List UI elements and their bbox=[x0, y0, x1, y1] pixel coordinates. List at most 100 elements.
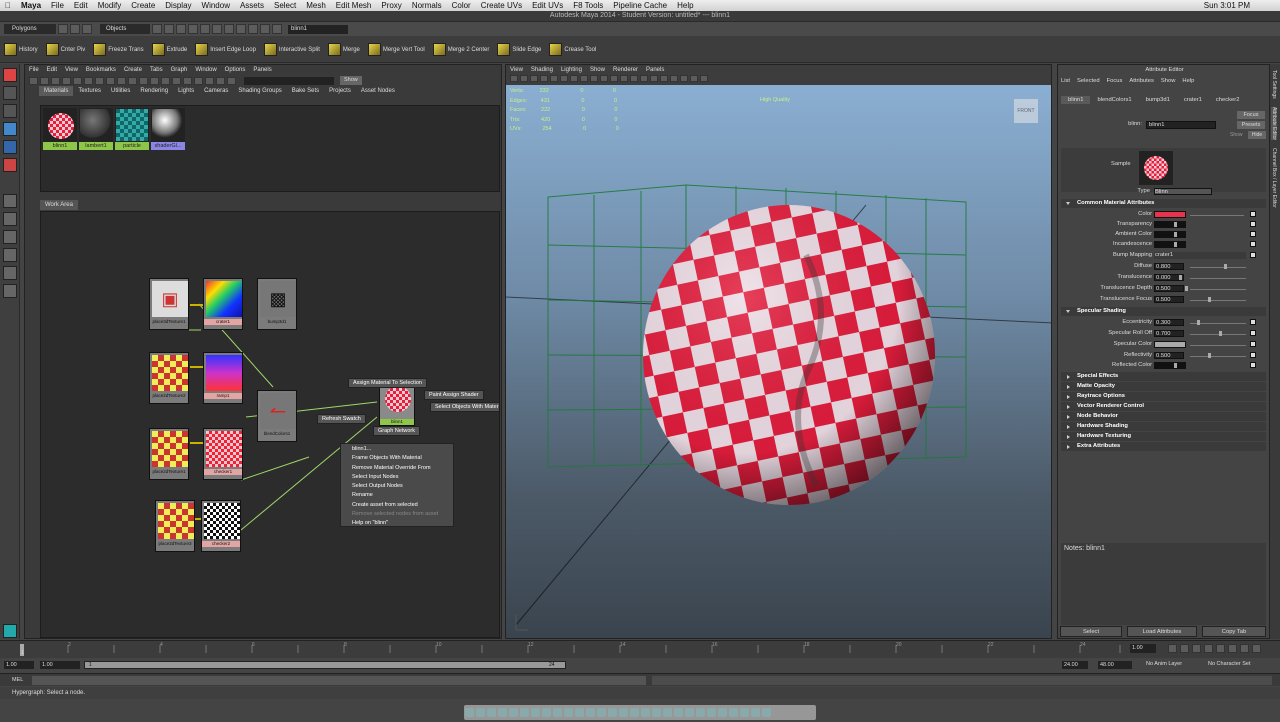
eccentricity-field[interactable]: 0.300 bbox=[1154, 319, 1184, 326]
notes-area[interactable]: Notes: blinn1 bbox=[1061, 543, 1266, 625]
apple-icon[interactable]:  bbox=[0, 1, 16, 10]
menu-edit[interactable]: Edit bbox=[69, 1, 93, 10]
vp-icon-9[interactable] bbox=[590, 75, 598, 82]
hs-search-field[interactable] bbox=[244, 76, 334, 85]
dock-icon[interactable] bbox=[718, 708, 727, 717]
playback-start-field[interactable]: 1.00 bbox=[40, 661, 80, 669]
dock-icon[interactable] bbox=[509, 708, 518, 717]
snap-surface-icon[interactable] bbox=[224, 24, 234, 34]
ae-load-attributes-button[interactable]: Load Attributes bbox=[1127, 626, 1197, 637]
ctx-remove-override[interactable]: Remove Material Override From bbox=[341, 464, 453, 473]
reflected-color-map-button[interactable] bbox=[1250, 362, 1256, 368]
hs-menu-window[interactable]: Window bbox=[195, 67, 216, 73]
vp-menu-show[interactable]: Show bbox=[590, 67, 605, 73]
section-matte-opacity[interactable]: Matte Opacity bbox=[1061, 382, 1266, 391]
material-swatch-shader[interactable]: shaderGl... bbox=[151, 108, 185, 152]
node-place2dtexture3[interactable]: place2dTexture3 bbox=[155, 500, 195, 552]
type-dropdown[interactable]: Blinn bbox=[1154, 188, 1212, 195]
layout-hypershade-icon[interactable] bbox=[3, 284, 17, 298]
ae-hide-button[interactable]: Hide bbox=[1248, 131, 1266, 139]
node-ramp1[interactable]: ramp1 bbox=[203, 352, 243, 404]
hs-menu-file[interactable]: File bbox=[29, 67, 39, 73]
hs-tool-icon-5[interactable] bbox=[73, 76, 82, 85]
menu-proxy[interactable]: Proxy bbox=[376, 1, 406, 10]
transparency-swatch[interactable] bbox=[1154, 221, 1186, 228]
ae-tab-blinn1[interactable]: blinn1 bbox=[1061, 96, 1091, 104]
assign-material-button[interactable]: Assign Material To Selection bbox=[348, 378, 427, 388]
transparency-map-button[interactable] bbox=[1250, 221, 1256, 227]
section-specular-shading[interactable]: Specular Shading bbox=[1061, 307, 1266, 316]
vp-icon-11[interactable] bbox=[610, 75, 618, 82]
shelf-insert-edge-loop[interactable]: Insert Edge Loop bbox=[195, 43, 256, 56]
tab-rendering[interactable]: Rendering bbox=[135, 86, 173, 96]
ae-tab-crater1[interactable]: crater1 bbox=[1177, 96, 1209, 104]
dock-icon[interactable] bbox=[652, 708, 661, 717]
mel-label[interactable]: MEL bbox=[12, 677, 23, 683]
dock-icon[interactable] bbox=[564, 708, 573, 717]
specular-rolloff-map-button[interactable] bbox=[1250, 330, 1256, 336]
dock-icon[interactable] bbox=[542, 708, 551, 717]
rename-field[interactable]: blinn1 bbox=[288, 24, 348, 34]
vp-icon-17[interactable] bbox=[670, 75, 678, 82]
selection-mode-dropdown[interactable]: Objects bbox=[100, 24, 150, 34]
material-swatch-particle[interactable]: particle bbox=[115, 108, 149, 152]
select-hierarchy-icon[interactable] bbox=[152, 24, 162, 34]
hs-tool-icon-16[interactable] bbox=[194, 76, 203, 85]
ipr-render-icon[interactable] bbox=[260, 24, 270, 34]
hs-show-button[interactable]: Show bbox=[340, 76, 362, 85]
step-forward-key-icon[interactable] bbox=[1240, 644, 1249, 653]
vp-menu-panels[interactable]: Panels bbox=[646, 67, 664, 73]
end-time-field[interactable]: 48.00 bbox=[1098, 661, 1132, 669]
dock-icon[interactable] bbox=[487, 708, 496, 717]
vp-icon-7[interactable] bbox=[570, 75, 578, 82]
tab-materials[interactable]: Materials bbox=[39, 86, 74, 96]
time-slider[interactable]: 1 2 4 6 8 10 12 14 16 18 20 22 24 1.00 bbox=[0, 640, 1280, 658]
ae-presets-button[interactable]: Presets bbox=[1237, 121, 1265, 129]
hs-menu-create[interactable]: Create bbox=[124, 67, 142, 73]
hs-menu-bookmarks[interactable]: Bookmarks bbox=[86, 67, 116, 73]
vp-menu-shading[interactable]: Shading bbox=[531, 67, 553, 73]
new-scene-icon[interactable] bbox=[58, 24, 68, 34]
vp-menu-lighting[interactable]: Lighting bbox=[561, 67, 582, 73]
command-input[interactable] bbox=[32, 676, 646, 685]
shelf-merge-to-center[interactable]: Merge 2 Center bbox=[432, 43, 489, 56]
side-tab-attribute-editor[interactable]: Attribute Editor bbox=[1271, 106, 1277, 140]
dock-icon[interactable] bbox=[740, 708, 749, 717]
layout-graph-icon[interactable] bbox=[3, 266, 17, 280]
hs-tool-icon-1[interactable] bbox=[29, 76, 38, 85]
select-object-icon[interactable] bbox=[164, 24, 174, 34]
select-tool-icon[interactable] bbox=[3, 68, 17, 82]
dock-icon[interactable] bbox=[553, 708, 562, 717]
dock-icon[interactable] bbox=[575, 708, 584, 717]
reflectivity-map-button[interactable] bbox=[1250, 352, 1256, 358]
open-scene-icon[interactable] bbox=[70, 24, 80, 34]
tab-cameras[interactable]: Cameras bbox=[199, 86, 233, 96]
hs-menu-view[interactable]: View bbox=[65, 67, 78, 73]
vp-icon-16[interactable] bbox=[660, 75, 668, 82]
menu-help[interactable]: Help bbox=[672, 1, 698, 10]
material-swatch-blinn1[interactable]: blinn1 bbox=[43, 108, 77, 152]
ctx-frame-objects[interactable]: Frame Objects With Material bbox=[341, 454, 453, 463]
dock-icon[interactable] bbox=[674, 708, 683, 717]
move-tool-icon[interactable] bbox=[3, 122, 17, 136]
history-icon[interactable] bbox=[236, 24, 246, 34]
section-vector-renderer[interactable]: Vector Renderer Control bbox=[1061, 402, 1266, 411]
snap-grid-icon[interactable] bbox=[188, 24, 198, 34]
layout-outliner-icon[interactable] bbox=[3, 248, 17, 262]
diffuse-slider[interactable] bbox=[1224, 264, 1227, 269]
node-place2dtexture1[interactable]: place2dTexture1 bbox=[149, 428, 189, 480]
hs-tool-icon-13[interactable] bbox=[161, 76, 170, 85]
dock-icon[interactable] bbox=[762, 708, 771, 717]
step-back-icon[interactable] bbox=[1192, 644, 1201, 653]
snap-point-icon[interactable] bbox=[212, 24, 222, 34]
graph-network-button[interactable]: Graph Network bbox=[373, 426, 420, 436]
hs-tool-icon-18[interactable] bbox=[216, 76, 225, 85]
reflected-color-swatch[interactable] bbox=[1154, 362, 1186, 369]
render-icon[interactable] bbox=[248, 24, 258, 34]
work-area-tab[interactable]: Work Area bbox=[40, 200, 78, 210]
menu-pipeline-cache[interactable]: Pipeline Cache bbox=[608, 1, 672, 10]
dock-icon[interactable] bbox=[465, 708, 474, 717]
material-swatch-lambert1[interactable]: lambert1 bbox=[79, 108, 113, 152]
ae-name-field[interactable]: blinn1 bbox=[1146, 121, 1216, 129]
vp-icon-6[interactable] bbox=[560, 75, 568, 82]
